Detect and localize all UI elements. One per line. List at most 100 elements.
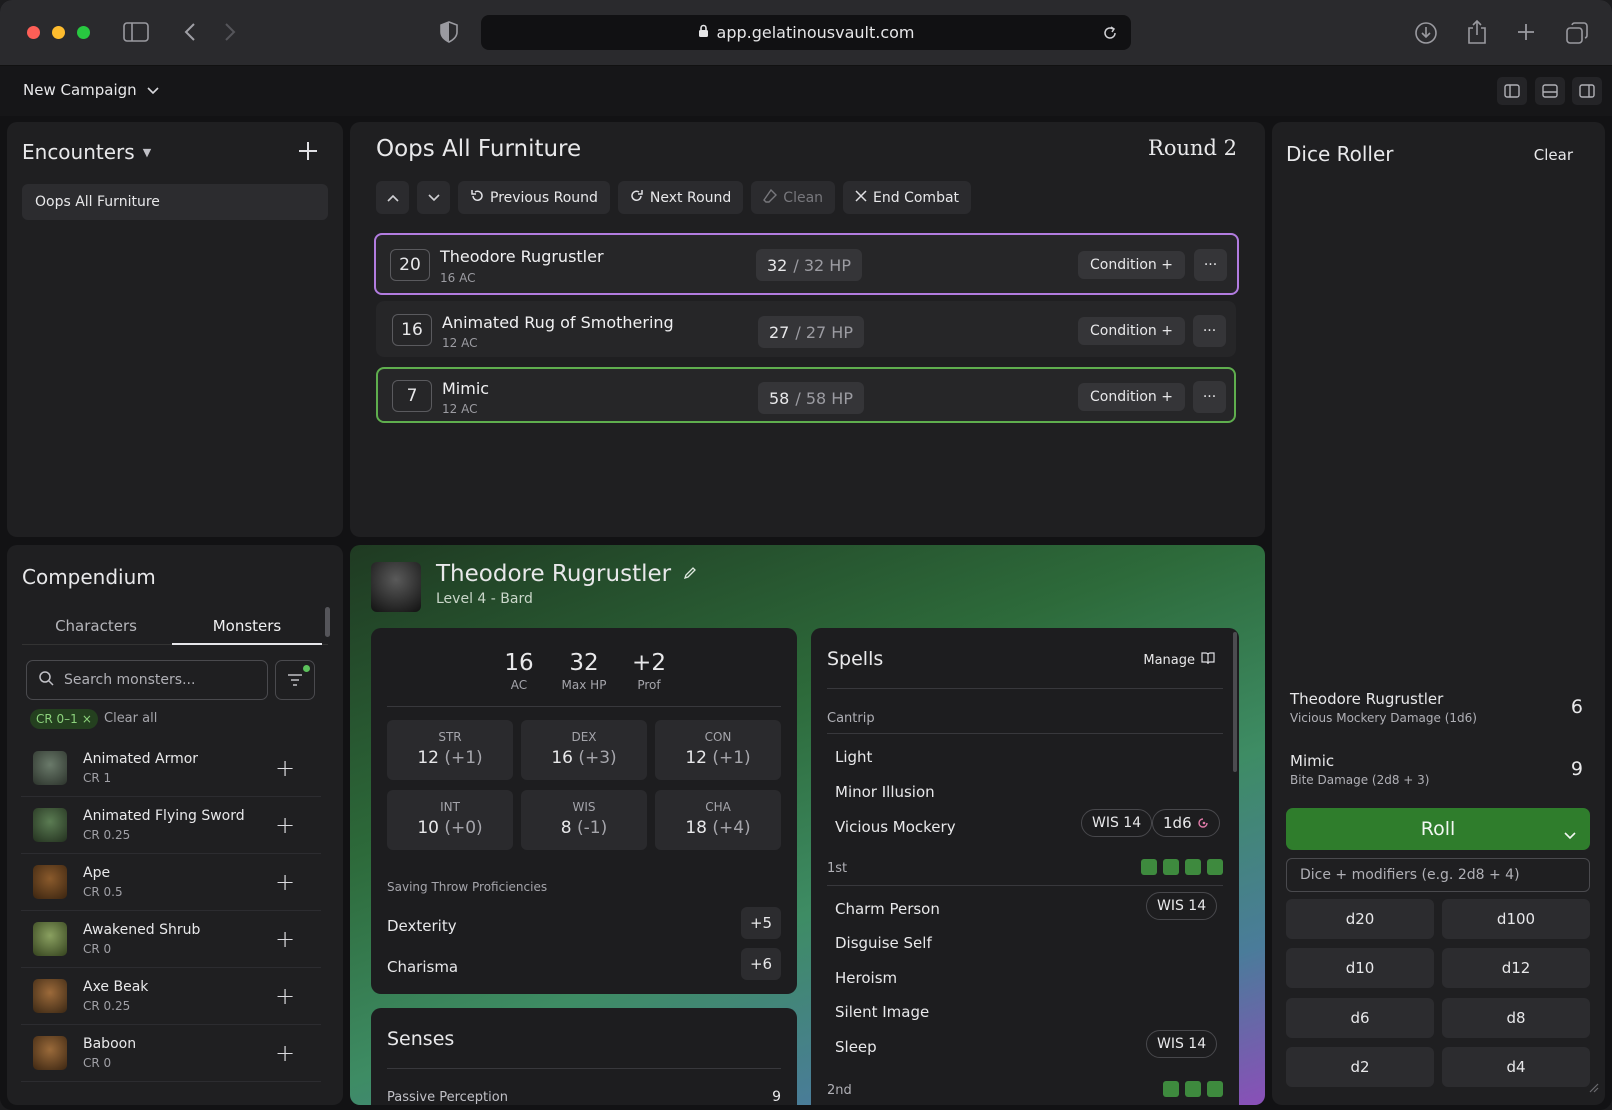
spell-slot[interactable] [1185,859,1201,875]
ability-int[interactable]: INT 10 (+0) [387,790,513,850]
right-panel-toggle-icon[interactable] [1572,77,1602,105]
add-monster-button[interactable]: + [275,811,295,839]
bottom-panel-toggle-icon[interactable] [1535,77,1565,105]
tab-overview-icon[interactable] [1564,20,1590,46]
add-monster-button[interactable]: + [275,925,295,953]
add-condition-button[interactable]: Condition + [1078,251,1185,279]
monster-list-item[interactable]: Axe Beak CR 0.25 + [21,969,321,1025]
d12-button[interactable]: d12 [1442,948,1590,988]
dice-input[interactable]: Dice + modifiers (e.g. 2d8 + 4) [1286,858,1590,892]
monster-list-item[interactable]: Awakened Shrub CR 0 + [21,912,321,968]
combatant-row[interactable]: 7 Mimic 12 AC 58/ 58 HP Condition + ··· [376,367,1236,423]
filter-chip[interactable]: CR 0–1 × [30,709,98,729]
forward-icon[interactable] [220,20,240,44]
tab-characters[interactable]: Characters [22,617,170,635]
add-monster-button[interactable]: + [275,982,295,1010]
clean-button[interactable]: Clean [751,181,836,214]
ability-cha[interactable]: CHA 18 (+4) [655,790,781,850]
share-icon[interactable] [1464,18,1490,46]
end-combat-button[interactable]: End Combat [843,181,972,214]
chevron-down-icon[interactable] [1564,823,1576,845]
spell-slot[interactable] [1207,859,1223,875]
d4-button[interactable]: d4 [1442,1047,1590,1087]
hp-display[interactable]: 58/ 58 HP [758,382,864,414]
resize-handle-icon[interactable] [1587,1078,1599,1097]
filter-button[interactable] [275,660,315,700]
close-window-button[interactable] [27,26,40,39]
next-round-button[interactable]: Next Round [617,181,744,214]
more-options-button[interactable]: ··· [1193,381,1226,413]
monster-list-item[interactable]: Animated Armor CR 1 + [21,741,321,797]
roll-button[interactable]: Roll [1286,808,1590,850]
more-options-button[interactable]: ··· [1193,315,1226,347]
back-icon[interactable] [180,20,200,44]
edit-icon[interactable] [683,565,697,584]
shield-icon[interactable] [438,20,460,44]
spell-item[interactable]: Charm Person [835,900,940,918]
tab-monsters[interactable]: Monsters [172,617,322,635]
scrollbar[interactable] [325,607,330,637]
initiative-value[interactable]: 7 [392,380,432,412]
d10-button[interactable]: d10 [1286,948,1434,988]
add-monster-button[interactable]: + [275,754,295,782]
ability-wis[interactable]: WIS 8 (-1) [521,790,647,850]
add-monster-button[interactable]: + [275,1039,295,1067]
maximize-window-button[interactable] [77,26,90,39]
download-icon[interactable] [1413,20,1439,46]
previous-round-button[interactable]: Previous Round [458,181,610,214]
manage-spells-button[interactable]: Manage [1143,652,1215,668]
more-options-button[interactable]: ··· [1194,249,1227,281]
initiative-value[interactable]: 16 [392,314,432,346]
spell-slot[interactable] [1163,859,1179,875]
minimize-window-button[interactable] [52,26,65,39]
monster-list-item[interactable]: Animated Flying Sword CR 0.25 + [21,798,321,854]
address-bar[interactable]: app.gelatinousvault.com [481,15,1131,50]
initiative-value[interactable]: 20 [390,249,430,281]
d20-button[interactable]: d20 [1286,899,1434,939]
add-encounter-icon[interactable] [297,140,319,166]
spell-slot[interactable] [1207,1081,1223,1097]
spell-save-tag[interactable]: WIS 14 [1146,892,1218,920]
clear-history-button[interactable]: Clear [1534,146,1573,164]
spell-slot[interactable] [1163,1081,1179,1097]
d8-button[interactable]: d8 [1442,998,1590,1038]
ability-con[interactable]: CON 12 (+1) [655,720,781,780]
add-condition-button[interactable]: Condition + [1078,317,1185,345]
spell-item[interactable]: Sleep [835,1038,877,1056]
save-roll-button[interactable]: +5 [741,907,781,939]
spell-slot[interactable] [1185,1081,1201,1097]
hp-display[interactable]: 32/ 32 HP [756,249,862,281]
reload-icon[interactable] [1101,24,1119,42]
sidebar-toggle-icon[interactable] [122,20,150,44]
spell-item[interactable]: Light [835,748,872,766]
clear-all-link[interactable]: Clear all [104,711,157,726]
encounter-item[interactable]: Oops All Furniture [22,184,328,220]
monster-list-item[interactable]: Baboon CR 0 + [21,1026,321,1082]
spell-slot[interactable] [1141,859,1157,875]
d2-button[interactable]: d2 [1286,1047,1434,1087]
move-up-button[interactable] [376,181,409,214]
encounters-dropdown[interactable]: Encounters ▼ [22,140,151,164]
spell-save-tag[interactable]: WIS 14 [1081,809,1153,837]
combatant-row[interactable]: 20 Theodore Rugrustler 16 AC 32/ 32 HP C… [374,233,1239,295]
d100-button[interactable]: d100 [1442,899,1590,939]
scrollbar[interactable] [1233,632,1237,772]
spell-item[interactable]: Vicious Mockery [835,818,956,836]
damage-dice-button[interactable]: 1d6 [1152,809,1220,837]
new-tab-icon[interactable] [1514,20,1538,44]
campaign-selector[interactable]: New Campaign [23,81,159,99]
combatant-row[interactable]: 16 Animated Rug of Smothering 12 AC 27/ … [376,301,1236,357]
monster-list-item[interactable]: Ape CR 0.5 + [21,855,321,911]
hp-display[interactable]: 27/ 27 HP [758,316,864,348]
spell-item[interactable]: Silent Image [835,1003,929,1021]
spell-item[interactable]: Disguise Self [835,934,932,952]
move-down-button[interactable] [417,181,450,214]
ability-dex[interactable]: DEX 16 (+3) [521,720,647,780]
search-input[interactable]: Search monsters... [26,660,268,700]
left-panel-toggle-icon[interactable] [1497,77,1527,105]
ability-str[interactable]: STR 12 (+1) [387,720,513,780]
remove-chip-icon[interactable]: × [82,712,92,726]
save-roll-button[interactable]: +6 [741,948,781,980]
spell-item[interactable]: Heroism [835,969,897,987]
spell-save-tag[interactable]: WIS 14 [1146,1030,1218,1058]
